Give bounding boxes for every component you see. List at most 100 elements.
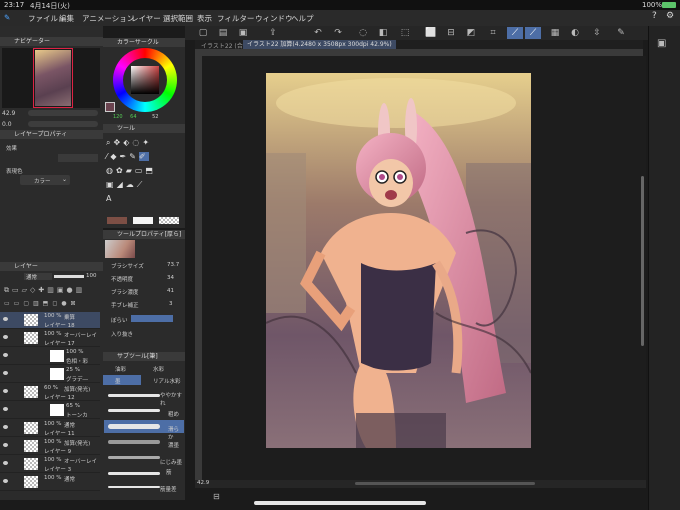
sidebar-toggle-icon[interactable]: ⊟	[213, 492, 220, 501]
gradient-icon[interactable]: ▭	[135, 166, 146, 175]
color-mode-select[interactable]: カラー ⌄	[20, 175, 70, 185]
figure-icon[interactable]: ⬒	[145, 166, 156, 175]
frame-icon[interactable]: ▣	[106, 180, 117, 189]
effect-buttons[interactable]	[58, 154, 98, 162]
operation-icon[interactable]: ⬖	[123, 138, 132, 147]
text-icon[interactable]: A	[106, 194, 114, 203]
group-watercolor[interactable]: 水彩	[153, 365, 164, 373]
blend-icon[interactable]: ✿	[116, 166, 126, 175]
group-oil[interactable]: 油彩	[115, 365, 126, 373]
layer-row[interactable]: 100 % 色相・彩	[0, 348, 100, 365]
app-icon[interactable]: ✎	[4, 13, 10, 22]
menu-window[interactable]: ウィンドウ	[255, 13, 293, 24]
main-color-swatch[interactable]	[105, 102, 115, 112]
menu-filter[interactable]: フィルター	[217, 13, 254, 24]
layer-opacity-value[interactable]: 100	[86, 273, 97, 279]
ruler-icon[interactable]: ◢	[117, 180, 126, 189]
layer-row[interactable]: 100 % 通常	[0, 474, 100, 491]
balloon-icon[interactable]: ☁	[126, 180, 137, 189]
tab-active-document[interactable]: イラスト22 加算(4.2480 x 3508px 300dpi 42.9%)	[243, 40, 396, 49]
vertical-scroll-thumb[interactable]	[641, 176, 644, 346]
export-icon[interactable]: ⇪	[265, 27, 281, 39]
move-icon[interactable]: ✥	[113, 138, 123, 147]
lasso-icon[interactable]: ◌	[132, 138, 142, 147]
subtool-item-4[interactable]: にじみ墨	[104, 452, 184, 466]
horizontal-ruler	[195, 49, 643, 56]
group-real-watercolor[interactable]: リアル水彩	[153, 377, 180, 385]
snap-grid-icon[interactable]: ▦	[547, 27, 563, 39]
navigator-zoom-slider[interactable]	[28, 110, 98, 116]
pencil-icon[interactable]: ✎	[129, 152, 139, 161]
navigator-preview[interactable]	[2, 48, 100, 108]
save-icon[interactable]: ▣	[235, 27, 251, 39]
correct-line-icon[interactable]: ⟋	[137, 180, 146, 189]
artwork-canvas[interactable]	[266, 73, 531, 448]
subtool-item-6[interactable]: 筋量差	[104, 482, 184, 495]
menu-edit[interactable]: 編集	[59, 13, 74, 24]
sub-color-chip[interactable]	[133, 217, 153, 224]
saturation-value-square[interactable]	[131, 66, 159, 94]
menu-selection[interactable]: 選択範囲	[163, 13, 193, 24]
select-all-icon[interactable]: ⬜	[423, 27, 439, 39]
layer-row[interactable]: 25 % グラデ―	[0, 366, 100, 383]
layer-row[interactable]: 100 % 通常 レイヤー 11	[0, 420, 100, 437]
layer-row[interactable]: 60 % 加算(発光) レイヤー 12	[0, 384, 100, 401]
blur-slider[interactable]	[131, 315, 173, 322]
clear-icon[interactable]: ◌	[355, 27, 371, 39]
color-icon[interactable]: ◐	[567, 27, 583, 39]
help-icon[interactable]: ?	[652, 11, 657, 21]
open-file-icon[interactable]: ▤	[215, 27, 231, 39]
deselect-icon[interactable]: ⊟	[443, 27, 459, 39]
crop-icon[interactable]: ⌗	[485, 27, 501, 39]
material-icon[interactable]: ▣	[657, 38, 666, 49]
canvas-area[interactable]	[202, 56, 639, 480]
vertical-scrollbar[interactable]	[639, 56, 646, 480]
zoom-readout[interactable]: 42.9	[197, 480, 209, 486]
main-color-chip[interactable]	[107, 217, 127, 224]
snap-ruler-icon[interactable]: ⟋	[507, 27, 523, 39]
new-file-icon[interactable]: ▢	[195, 27, 211, 39]
airbrush-icon[interactable]: ◍	[106, 166, 116, 175]
layer-row[interactable]: 65 % トーンカ	[0, 402, 100, 419]
redo-icon[interactable]: ↷	[330, 27, 346, 39]
navigator-rotation[interactable]: 0.0	[2, 121, 12, 128]
navigator-rotation-slider[interactable]	[28, 121, 98, 127]
layer-row[interactable]: 100 % 加算(発光) レイヤー 9	[0, 438, 100, 455]
transparent-color-chip[interactable]	[159, 217, 179, 224]
settings-gear-icon[interactable]: ⚙	[666, 11, 674, 21]
subtool-item-2[interactable]: 滑らか	[104, 420, 184, 441]
wand-icon[interactable]: ✦	[142, 138, 152, 147]
undo-icon[interactable]: ↶	[310, 27, 326, 39]
fill-bucket-icon[interactable]: ▰	[126, 166, 135, 175]
menu-animation[interactable]: アニメーション	[82, 13, 134, 24]
fill-icon[interactable]: ◧	[375, 27, 391, 39]
layer-row[interactable]: 100 % オーバーレイ レイヤー 17	[0, 330, 100, 347]
subtool-item-1[interactable]: 粗め	[104, 405, 184, 418]
subtool-item-0[interactable]: ややかすれ	[104, 390, 184, 407]
layer-row[interactable]: 100 % オーバーレイ レイヤー 3	[0, 456, 100, 473]
transform-icon[interactable]: ⬚	[397, 27, 413, 39]
group-ink[interactable]: 墨	[115, 377, 121, 385]
eraser-icon[interactable]: ◆	[110, 152, 119, 161]
subtool-item-5[interactable]: 筋	[104, 468, 184, 481]
horizontal-scroll-thumb[interactable]	[355, 482, 535, 485]
layer-commands[interactable]: ⧉▭▱◇✚▥▣●▥	[4, 286, 100, 298]
menu-file[interactable]: ファイル	[28, 13, 58, 24]
brush-icon[interactable]: ✐	[138, 152, 149, 161]
layer-row[interactable]: 100 % 乗算 レイヤー 18	[0, 312, 100, 329]
menu-layer[interactable]: レイヤー	[131, 13, 161, 24]
menu-help[interactable]: ヘルプ	[291, 13, 314, 24]
invert-selection-icon[interactable]: ◩	[463, 27, 479, 39]
subtool-item-3[interactable]: 濃墨	[104, 436, 184, 449]
navigator-zoom[interactable]: 42.9	[2, 110, 15, 117]
menu-view[interactable]: 表示	[197, 13, 212, 24]
layer-opacity-slider[interactable]	[54, 275, 84, 278]
tool-grid[interactable]: ⌕✥⬖◌✦ ⁄◆✒✎✐ ◍✿▰▭⬒ ▣◢☁⟋ A	[106, 136, 184, 206]
snap-special-ruler-icon[interactable]: ⟋	[525, 27, 541, 39]
layer-lock-icons[interactable]: ▭▭▢▥⬒◻●⊠	[4, 300, 100, 308]
split-view-icon[interactable]: ⇳	[589, 27, 605, 39]
blend-mode-select[interactable]: 通常	[24, 273, 52, 281]
pen-icon[interactable]: ✒	[120, 152, 130, 161]
edit-icon[interactable]: ✎	[613, 27, 629, 39]
hue-ring[interactable]	[113, 48, 177, 112]
